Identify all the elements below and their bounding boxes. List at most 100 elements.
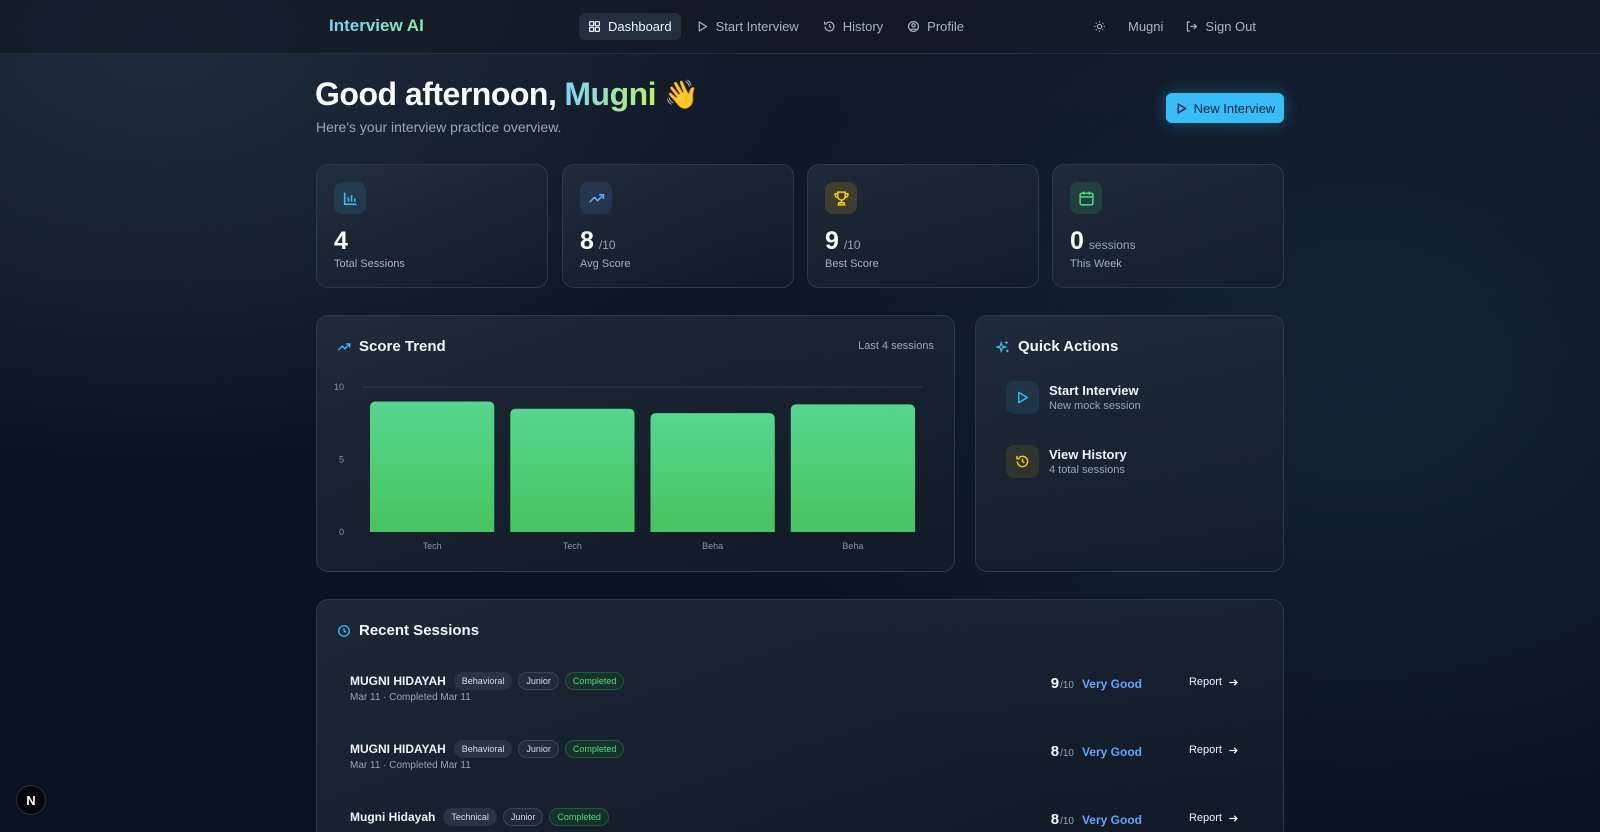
trophy-icon [833, 190, 849, 206]
nav-history-label: History [842, 19, 884, 34]
session-score-denominator: /10 [1060, 680, 1074, 691]
session-status-badge: Completed [564, 740, 625, 758]
nav-user-name[interactable]: Mugni [1122, 13, 1169, 40]
x-tick-label: Tech [563, 541, 582, 551]
history-icon [823, 21, 835, 32]
session-header: MUGNI HIDAYAH Behavioral Junior Complete… [350, 740, 625, 758]
calendar-icon [1078, 191, 1094, 206]
session-score-value: 8 [1050, 811, 1060, 828]
x-tick-label: Beha [842, 541, 863, 551]
qa-icon-box [1006, 381, 1039, 414]
session-score-denominator: /10 [1060, 748, 1074, 759]
session-status-badge: Completed [564, 672, 625, 690]
chart-bar[interactable] [510, 408, 635, 532]
stat-value: 9 /10 [825, 227, 861, 256]
y-tick-label: 0 [339, 527, 344, 537]
quick-actions-title: Quick Actions [996, 338, 1118, 355]
brand-logo[interactable]: Interview AI [329, 16, 424, 36]
clock-icon [338, 624, 350, 637]
session-score-denominator: /10 [1060, 816, 1074, 827]
stat-unit: /10 [598, 238, 616, 252]
stat-label: Avg Score [580, 258, 631, 270]
table-row[interactable]: MUGNI HIDAYAH Behavioral Junior Complete… [350, 672, 1255, 718]
stat-number: 9 [825, 227, 839, 255]
chart-bar[interactable] [790, 404, 915, 532]
stat-card-best-score: 9 /10 Best Score [807, 164, 1039, 288]
score-trend-title: Score Trend [337, 338, 446, 355]
play-icon [698, 21, 707, 32]
stat-value: 8 /10 [580, 227, 616, 256]
stat-unit: /10 [843, 238, 861, 252]
sparkles-icon [996, 340, 1009, 353]
nav-links: Dashboard Start Interview History Profil… [579, 13, 973, 40]
stat-icon-box [825, 182, 857, 214]
greeting-text: Good afternoon, [315, 76, 557, 112]
chart-bar[interactable] [370, 401, 495, 533]
report-link[interactable]: Report [1189, 676, 1239, 688]
quick-action-start-interview[interactable]: Start Interview New mock session [1006, 381, 1141, 414]
session-type-badge: Behavioral [453, 672, 513, 690]
session-status-badge: Completed [549, 808, 609, 826]
dev-tools-badge[interactable]: N [16, 785, 46, 815]
play-icon [1177, 102, 1186, 114]
session-level-badge: Junior [518, 740, 559, 758]
stat-label: This Week [1070, 258, 1122, 270]
session-level-badge: Junior [502, 808, 544, 826]
session-meta: Mar 11 · Completed Mar 11 [350, 692, 471, 703]
report-link[interactable]: Report [1189, 812, 1239, 824]
score-trend-subtitle: Last 4 sessions [858, 340, 934, 352]
stat-number: 0 [1070, 227, 1084, 255]
sign-out-button[interactable]: Sign Out [1179, 13, 1262, 40]
history-icon [1016, 455, 1029, 468]
session-rating: Very Good [1081, 745, 1142, 759]
table-row[interactable]: MUGNI HIDAYAH Behavioral Junior Complete… [350, 740, 1255, 786]
session-header: MUGNI HIDAYAH Behavioral Junior Complete… [350, 672, 625, 690]
session-score-value: 8 [1050, 743, 1060, 760]
session-candidate: Mugni Hidayah [350, 810, 436, 824]
session-score: 9 /10 Very Good [1051, 675, 1142, 692]
stat-label: Best Score [825, 258, 879, 270]
nav-start-interview-label: Start Interview [715, 19, 799, 34]
trending-up-icon [588, 193, 604, 203]
stat-unit: sessions [1088, 238, 1136, 252]
qa-subtitle: 4 total sessions [1049, 464, 1125, 476]
stat-value: 0 sessions [1070, 227, 1136, 256]
session-candidate: MUGNI HIDAYAH [350, 674, 446, 688]
stat-label: Total Sessions [334, 258, 405, 270]
report-link-label: Report [1188, 744, 1222, 756]
report-link[interactable]: Report [1189, 744, 1239, 756]
nav-dashboard[interactable]: Dashboard [579, 13, 681, 40]
top-navbar: Interview AI Dashboard Start Interview H… [0, 0, 1600, 54]
table-row[interactable]: Mugni Hidayah Technical Junior Completed… [350, 808, 1255, 832]
stat-card-this-week: 0 sessions This Week [1052, 164, 1284, 288]
new-interview-label: New Interview [1193, 100, 1276, 116]
session-type-badge: Technical [443, 808, 497, 826]
recent-sessions-card: Recent Sessions MUGNI HIDAYAH Behavioral… [316, 599, 1284, 832]
nav-history[interactable]: History [814, 13, 892, 40]
quick-action-view-history[interactable]: View History 4 total sessions [1006, 445, 1127, 478]
chart-bar[interactable] [650, 413, 775, 532]
stat-number: 8 [580, 227, 594, 255]
new-interview-button[interactable]: New Interview [1166, 93, 1284, 123]
theme-toggle[interactable] [1087, 13, 1112, 40]
greeting-name: Mugni [564, 76, 657, 112]
nav-start-interview[interactable]: Start Interview [687, 13, 808, 40]
recent-sessions-title: Recent Sessions [337, 622, 479, 639]
y-tick-label: 10 [334, 382, 344, 392]
session-rating: Very Good [1081, 677, 1142, 691]
trending-up-icon [337, 342, 351, 351]
play-icon [1018, 391, 1028, 404]
session-meta: Mar 11 · Completed Mar 11 [350, 760, 471, 771]
stat-value: 4 [334, 227, 353, 256]
qa-subtitle: New mock session [1049, 400, 1141, 412]
arrow-right-icon [1229, 678, 1238, 686]
stat-number: 4 [334, 227, 348, 255]
stat-card-avg-score: 8 /10 Avg Score [562, 164, 794, 288]
nav-profile[interactable]: Profile [898, 13, 973, 40]
x-tick-label: Beha [702, 541, 723, 551]
session-score: 8 /10 Very Good [1051, 811, 1142, 828]
stat-icon-box [580, 182, 612, 214]
nav-profile-label: Profile [927, 19, 965, 34]
session-type-badge: Behavioral [453, 740, 513, 758]
y-tick-label: 5 [339, 455, 344, 465]
